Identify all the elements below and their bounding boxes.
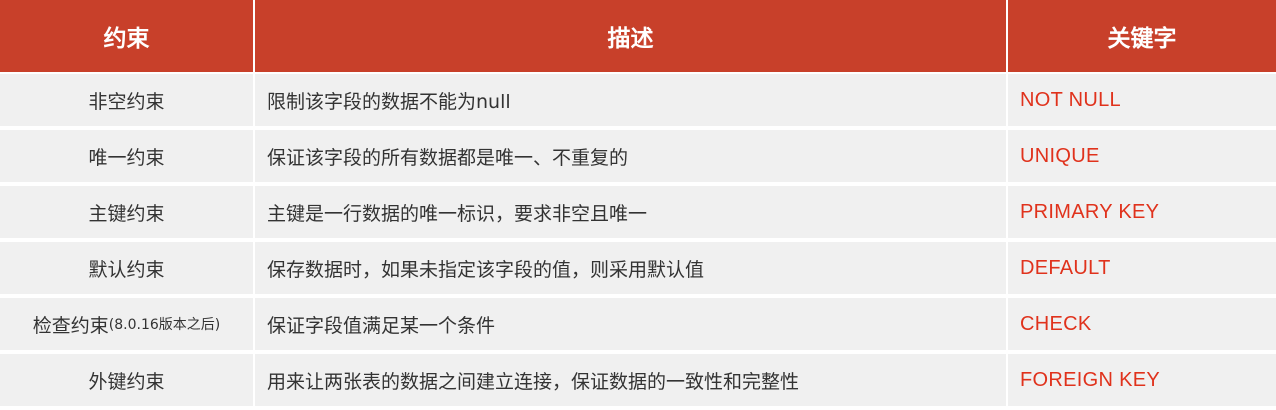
constraint-keyword: NOT NULL bbox=[1020, 88, 1121, 111]
constraint-description: 保存数据时，如果未指定该字段的值，则采用默认值 bbox=[255, 242, 1008, 294]
constraint-name: 主键约束 bbox=[88, 202, 165, 225]
constraint-keyword: FOREIGN KEY bbox=[1020, 368, 1160, 391]
constraints-table: 约束 描述 关键字 非空约束 限制该字段的数据不能为null NOT NULL … bbox=[0, 0, 1276, 410]
header-description: 描述 bbox=[255, 0, 1008, 72]
constraint-description: 限制该字段的数据不能为null bbox=[255, 74, 1008, 126]
constraint-name-cell: 检查约束 (8.0.16版本之后) bbox=[0, 298, 255, 350]
constraint-description: 保证字段值满足某一个条件 bbox=[255, 298, 1008, 350]
table-row: 唯一约束 保证该字段的所有数据都是唯一、不重复的 UNIQUE bbox=[0, 128, 1276, 182]
constraint-description: 保证该字段的所有数据都是唯一、不重复的 bbox=[255, 130, 1008, 182]
header-constraint: 约束 bbox=[0, 0, 255, 72]
constraint-name: 唯一约束 bbox=[88, 146, 165, 169]
constraint-keyword: PRIMARY KEY bbox=[1020, 200, 1160, 223]
table-row: 主键约束 主键是一行数据的唯一标识，要求非空且唯一 PRIMARY KEY bbox=[0, 184, 1276, 238]
constraint-description: 用来让两张表的数据之间建立连接，保证数据的一致性和完整性 bbox=[255, 354, 1008, 406]
constraint-name: 外键约束 bbox=[88, 370, 165, 393]
table-row: 非空约束 限制该字段的数据不能为null NOT NULL bbox=[0, 72, 1276, 126]
constraint-version-note: (8.0.16版本之后) bbox=[108, 317, 221, 333]
constraint-name-cell: 唯一约束 bbox=[0, 130, 255, 182]
constraint-keyword: CHECK bbox=[1020, 312, 1092, 335]
constraint-keyword: DEFAULT bbox=[1020, 256, 1111, 279]
constraint-description: 主键是一行数据的唯一标识，要求非空且唯一 bbox=[255, 186, 1008, 238]
constraint-keyword: UNIQUE bbox=[1020, 144, 1100, 167]
constraint-name-cell: 主键约束 bbox=[0, 186, 255, 238]
constraint-name: 检查约束 bbox=[32, 314, 109, 337]
constraint-name-cell: 默认约束 bbox=[0, 242, 255, 294]
table-row: 外键约束 用来让两张表的数据之间建立连接，保证数据的一致性和完整性 FOREIG… bbox=[0, 352, 1276, 406]
table-header: 约束 描述 关键字 bbox=[0, 0, 1276, 72]
table-row: 默认约束 保存数据时，如果未指定该字段的值，则采用默认值 DEFAULT bbox=[0, 240, 1276, 294]
constraint-name-cell: 外键约束 bbox=[0, 354, 255, 406]
constraint-name-cell: 非空约束 bbox=[0, 74, 255, 126]
constraint-name: 默认约束 bbox=[88, 258, 165, 281]
header-keyword: 关键字 bbox=[1107, 26, 1177, 52]
constraint-name: 非空约束 bbox=[88, 90, 165, 113]
table-row: 检查约束 (8.0.16版本之后) 保证字段值满足某一个条件 CHECK bbox=[0, 296, 1276, 350]
